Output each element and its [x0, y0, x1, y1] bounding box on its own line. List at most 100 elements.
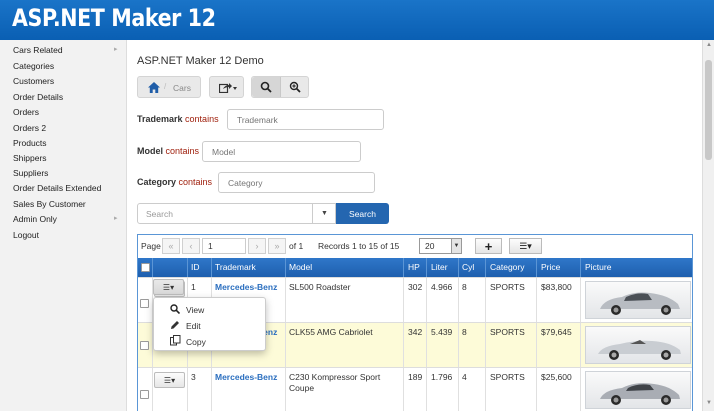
add-record-button[interactable]: +	[475, 238, 502, 254]
header-divider	[187, 258, 188, 277]
cell-liter: 5.439	[431, 327, 453, 337]
cell-category: SPORTS	[490, 372, 525, 382]
cell-divider	[580, 278, 581, 323]
grid-header: ID Trademark Model HP Liter Cyl Category…	[138, 258, 692, 277]
pencil-icon	[169, 320, 181, 332]
sidebar-item-order-details-extended[interactable]: Order Details Extended	[13, 183, 101, 193]
header-divider	[485, 258, 486, 277]
cell-id: 3	[191, 372, 196, 382]
advanced-search-button[interactable]	[281, 77, 309, 97]
row-checkbox[interactable]	[140, 341, 149, 350]
cell-divider	[458, 323, 459, 368]
list-icon: ☰▾	[163, 375, 176, 385]
sidebar-item-suppliers[interactable]: Suppliers	[13, 168, 48, 178]
scrollbar-thumb[interactable]	[705, 60, 712, 160]
search-type-dropdown[interactable]: ▼	[312, 203, 336, 224]
column-trademark[interactable]: Trademark	[215, 262, 256, 272]
caret-down-icon: ▼	[321, 210, 328, 217]
row-checkbox[interactable]	[140, 299, 149, 308]
sidebar-item-cars-related[interactable]: Cars Related	[13, 45, 63, 55]
column-category[interactable]: Category	[490, 262, 525, 272]
model-input[interactable]	[202, 141, 361, 162]
list-options-button[interactable]: ☰▾	[509, 238, 542, 254]
cell-divider	[536, 278, 537, 323]
model-filter-label: Model contains	[137, 146, 199, 156]
header-divider	[285, 258, 286, 277]
cell-cyl: 4	[462, 372, 467, 382]
category-input[interactable]	[218, 172, 375, 193]
next-page-button[interactable]: ›	[248, 238, 266, 254]
menu-item-label: Edit	[186, 321, 201, 331]
prev-page-button[interactable]: ‹	[182, 238, 200, 254]
trademark-input[interactable]	[227, 109, 384, 130]
cell-liter: 1.796	[431, 372, 453, 382]
last-page-button[interactable]: »	[268, 238, 286, 254]
cell-trademark[interactable]: Mercedes-Benz	[215, 282, 277, 293]
car-picture[interactable]	[585, 281, 691, 319]
sidebar-item-categories[interactable]: Categories	[13, 61, 54, 71]
car-picture[interactable]	[585, 326, 691, 364]
header-divider	[536, 258, 537, 277]
page-scrollbar[interactable]: ▲ ▼	[702, 40, 714, 411]
sidebar-item-logout[interactable]: Logout	[13, 230, 39, 240]
sidebar-item-shippers[interactable]: Shippers	[13, 153, 47, 163]
column-liter[interactable]: Liter	[431, 262, 448, 272]
cell-divider	[458, 368, 459, 411]
sidebar-item-sales-by-customer[interactable]: Sales By Customer	[13, 199, 86, 209]
column-cyl[interactable]: Cyl	[462, 262, 474, 272]
column-price[interactable]: Price	[541, 262, 560, 272]
row-options-menu: View Edit Copy	[153, 297, 266, 351]
sidebar-item-order-details[interactable]: Order Details	[13, 92, 63, 102]
menu-item-edit[interactable]: Edit	[169, 320, 201, 332]
cell-divider	[403, 368, 404, 411]
brand-logo[interactable]: ASP.NET Maker 12	[12, 4, 216, 32]
search-button[interactable]: Search	[336, 203, 389, 224]
car-picture[interactable]	[585, 371, 691, 409]
menu-item-view[interactable]: View	[169, 304, 204, 316]
page-number-input[interactable]: 1	[202, 238, 246, 254]
list-icon: ☰▾	[519, 240, 532, 251]
cell-divider	[403, 278, 404, 323]
row-options-button-active[interactable]: ☰▾	[153, 279, 184, 295]
sidebar-item-admin-only[interactable]: Admin Only	[13, 214, 57, 224]
trademark-label: Trademark	[137, 114, 183, 124]
cell-divider	[536, 323, 537, 368]
sidebar-item-products[interactable]: Products	[13, 138, 47, 148]
trademark-operator: contains	[185, 114, 219, 124]
search-icon	[260, 81, 272, 93]
page-title: ASP.NET Maker 12 Demo	[137, 55, 264, 67]
home-icon[interactable]	[147, 77, 161, 97]
cell-trademark[interactable]: Mercedes-Benz	[215, 372, 277, 383]
trademark-filter-label: Trademark contains	[137, 114, 219, 124]
sidebar-item-orders[interactable]: Orders	[13, 107, 39, 117]
select-all-checkbox[interactable]	[141, 263, 150, 272]
cell-category: SPORTS	[490, 327, 525, 337]
cell-model: C230 Kompressor Sport Coupe	[289, 372, 381, 393]
header-divider	[580, 258, 581, 277]
menu-item-copy[interactable]: Copy	[169, 335, 206, 348]
plus-icon: +	[484, 238, 493, 254]
scroll-up-icon[interactable]: ▲	[706, 42, 712, 48]
row-checkbox[interactable]	[140, 390, 149, 399]
row-options-button[interactable]: ☰▾	[154, 372, 185, 388]
search-toggle-button[interactable]	[252, 77, 280, 97]
zoom-in-icon	[289, 81, 301, 93]
sidebar-item-customers[interactable]: Customers	[13, 76, 54, 86]
page-size-select[interactable]: 20 ▼	[419, 238, 462, 254]
column-model[interactable]: Model	[289, 262, 312, 272]
cell-price: $79,645	[541, 327, 572, 337]
top-header: ASP.NET Maker 12	[0, 0, 714, 40]
scroll-down-icon[interactable]: ▼	[706, 400, 712, 406]
first-page-button[interactable]: «	[162, 238, 180, 254]
header-divider	[211, 258, 212, 277]
header-divider	[426, 258, 427, 277]
model-label: Model	[137, 146, 163, 156]
column-picture: Picture	[585, 262, 612, 272]
quick-search-input[interactable]: Search	[137, 203, 336, 224]
export-button[interactable]	[209, 76, 244, 98]
cell-model: SL500 Roadster	[289, 282, 351, 292]
column-hp[interactable]: HP	[408, 262, 420, 272]
column-id[interactable]: ID	[191, 262, 200, 272]
sidebar-item-orders-2[interactable]: Orders 2	[13, 123, 46, 133]
table-row[interactable]: ☰▾ 3 Mercedes-Benz C230 Kompressor Sport…	[138, 367, 692, 411]
